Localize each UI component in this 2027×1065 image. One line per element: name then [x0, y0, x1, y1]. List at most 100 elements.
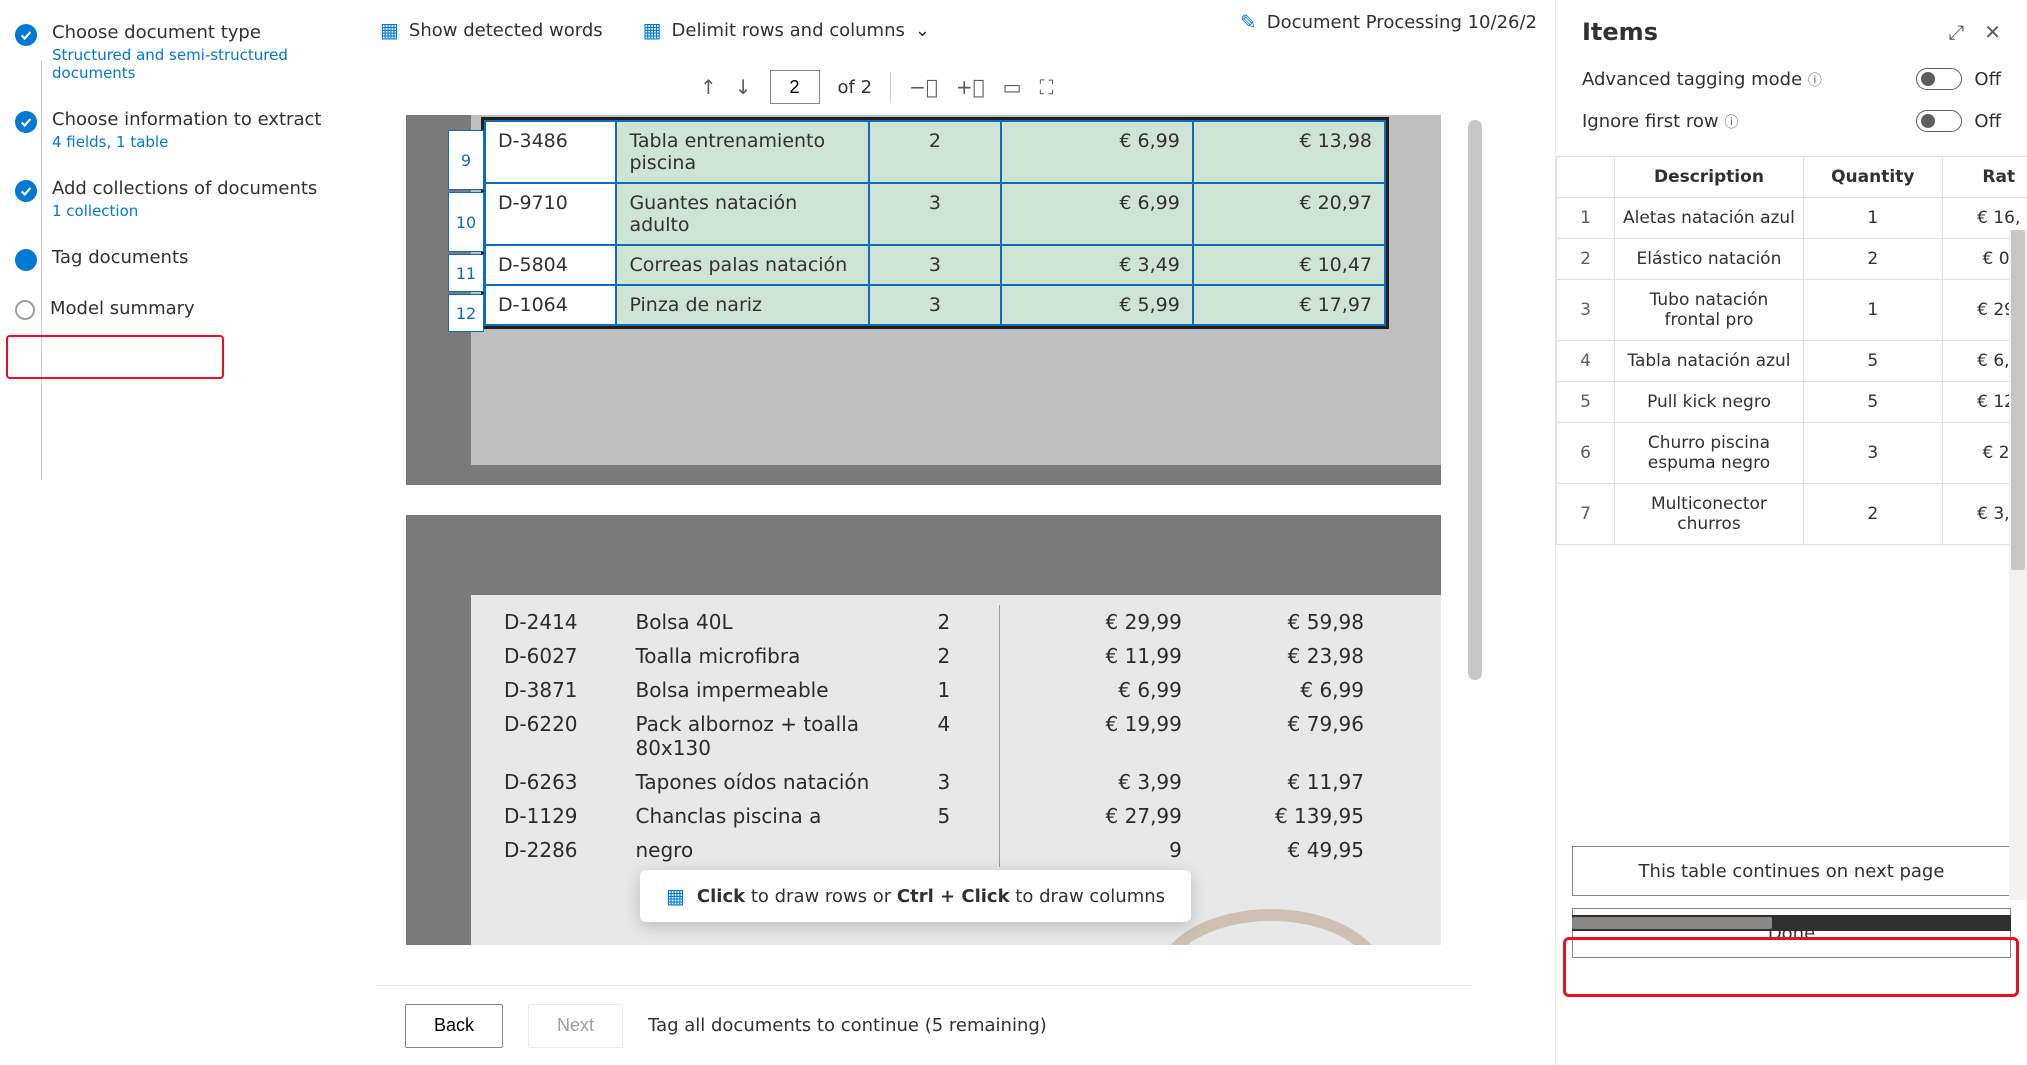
row-number: 12 — [448, 294, 484, 332]
document-name-label: ✎ Document Processing 10/26/2 — [1240, 10, 1537, 34]
label: Document Processing 10/26/2 — [1267, 12, 1537, 33]
step-model-summary[interactable]: Model summary — [15, 296, 335, 320]
step-sub: 4 fields, 1 table — [52, 133, 321, 151]
show-detected-words-button[interactable]: ▦ Show detected words — [380, 18, 603, 42]
info-icon[interactable]: ⓘ — [1808, 73, 1822, 89]
divider — [890, 72, 891, 102]
table-row[interactable]: 12D-1064Pinza de nariz3€ 5,99€ 17,97 — [485, 285, 1385, 325]
label: Show detected words — [409, 20, 603, 41]
table-row[interactable]: 11D-5804Correas palas natación3€ 3,49€ 1… — [485, 245, 1385, 285]
step-sub: Structured and semi-structured documents — [52, 46, 335, 82]
ignore-first-row-label: Ignore first row ⓘ — [1582, 111, 1738, 132]
table-row[interactable]: 4Tabla natación azul5€ 6,9 — [1557, 341, 2027, 382]
table-icon: ▦ — [666, 884, 685, 908]
dot-pending-icon — [15, 300, 35, 320]
document-toolbar: ▦ Show detected words ▦ Delimit rows and… — [380, 10, 930, 50]
hint-text: Click to draw rows or Ctrl + Click to dr… — [697, 886, 1165, 907]
toggle-state: Off — [1974, 69, 2001, 90]
table-row[interactable]: D-2286negro9€ 49,95 — [494, 833, 1374, 867]
table-row[interactable]: 1Aletas natación azul1€ 16, — [1557, 198, 2027, 239]
advanced-tagging-toggle[interactable]: Off — [1916, 68, 2001, 90]
dot-current-icon — [15, 249, 37, 271]
step-title: Add collections of documents — [52, 176, 317, 199]
toggle-switch-icon — [1916, 110, 1962, 132]
table-row[interactable]: D-6027Toalla microfibra2€ 11,99€ 23,98 — [494, 639, 1374, 673]
checkmark-icon — [15, 24, 37, 46]
page-controls: ↑ ↓ of 2 −⃝ +⃝ ▭ ⛶ — [700, 70, 1054, 104]
row-number: 11 — [448, 254, 484, 292]
step-connector — [41, 60, 42, 480]
toggle-state: Off — [1974, 111, 2001, 132]
table-row[interactable]: D-3871Bolsa impermeable1€ 6,99€ 6,99 — [494, 673, 1374, 707]
next-button: Next — [528, 1004, 623, 1048]
page-number-input[interactable] — [770, 70, 820, 104]
row-number: 9 — [448, 130, 484, 190]
panel-title: Items — [1582, 18, 1658, 46]
document-viewer[interactable]: 9D-3486Tabla entrenamiento piscina2€ 6,9… — [375, 115, 1472, 945]
panel-horizontal-scrollbar[interactable] — [1572, 915, 2011, 931]
table-icon: ▦ — [643, 18, 662, 42]
scrollbar-thumb[interactable] — [2011, 230, 2025, 570]
step-choose-information[interactable]: Choose information to extract 4 fields, … — [15, 107, 335, 151]
table-row[interactable]: D-6220Pack albornoz + toalla 80x1304€ 19… — [494, 707, 1374, 765]
step-title: Choose information to extract — [52, 107, 321, 130]
text-select-icon: ▦ — [380, 18, 399, 42]
table-row[interactable]: 10D-9710Guantes natación adulto3€ 6,99€ … — [485, 183, 1385, 245]
info-icon[interactable]: ⓘ — [1724, 115, 1738, 131]
pencil-icon[interactable]: ✎ — [1240, 10, 1257, 34]
col-quantity[interactable]: Quantity — [1803, 157, 1942, 198]
untagged-table[interactable]: D-2414Bolsa 40L2€ 29,99€ 59,98D-6027Toal… — [494, 605, 1374, 867]
prev-page-button[interactable]: ↑ — [700, 75, 717, 99]
table-row[interactable]: D-1129Chanclas piscina a5€ 27,99€ 139,95 — [494, 799, 1374, 833]
table-row[interactable]: D-6263Tapones oídos natación3€ 3,99€ 11,… — [494, 765, 1374, 799]
wizard-footer: Back Next Tag all documents to continue … — [375, 985, 1472, 1065]
step-choose-document-type[interactable]: Choose document type Structured and semi… — [15, 20, 335, 82]
back-button[interactable]: Back — [405, 1004, 503, 1048]
step-tag-documents[interactable]: Tag documents — [15, 245, 335, 271]
annotation-highlight — [1563, 937, 2019, 997]
page-of-label: of 2 — [838, 77, 873, 98]
scrollbar-thumb[interactable] — [1468, 120, 1482, 680]
table-row[interactable]: 5Pull kick negro5€ 12, — [1557, 382, 2027, 423]
annotation-highlight — [6, 335, 224, 379]
close-icon[interactable]: ✕ — [1984, 20, 2001, 44]
table-row[interactable]: 7Multiconector churros2€ 3,9 — [1557, 484, 2027, 545]
ignore-first-row-toggle[interactable]: Off — [1916, 110, 2001, 132]
items-table: Description Quantity Rat 1Aletas natació… — [1556, 156, 2027, 836]
table-row[interactable]: 6Churro piscina espuma negro3€ 2, — [1557, 423, 2027, 484]
fit-width-button[interactable]: ▭ — [1003, 75, 1022, 99]
chevron-down-icon: ⌄ — [915, 20, 930, 41]
step-title: Tag documents — [52, 245, 188, 268]
delimit-rows-columns-button[interactable]: ▦ Delimit rows and columns ⌄ — [643, 18, 930, 42]
table-row[interactable]: 2Elástico natación2€ 0, — [1557, 239, 2027, 280]
scrollbar-thumb[interactable] — [1572, 917, 1772, 929]
expand-icon[interactable]: ⤢ — [1948, 20, 1964, 44]
panel-vertical-scrollbar[interactable] — [2009, 230, 2027, 900]
continue-next-page-button[interactable]: This table continues on next page — [1572, 846, 2011, 896]
fit-page-button[interactable]: ⛶ — [1040, 75, 1054, 99]
zoom-out-button[interactable]: −⃝ — [909, 75, 938, 99]
step-title: Model summary — [50, 296, 195, 319]
checkmark-icon — [15, 180, 37, 202]
table-row[interactable]: 9D-3486Tabla entrenamiento piscina2€ 6,9… — [485, 121, 1385, 183]
step-sub: 1 collection — [52, 202, 317, 220]
label: Delimit rows and columns — [672, 20, 905, 41]
zoom-in-button[interactable]: +⃝ — [956, 75, 985, 99]
tagged-table[interactable]: 9D-3486Tabla entrenamiento piscina2€ 6,9… — [481, 117, 1389, 329]
checkmark-icon — [15, 111, 37, 133]
footer-status: Tag all documents to continue (5 remaini… — [648, 1015, 1047, 1036]
table-row[interactable]: 3Tubo natación frontal pro1€ 29, — [1557, 280, 2027, 341]
toggle-switch-icon — [1916, 68, 1962, 90]
row-number: 10 — [448, 192, 484, 252]
advanced-tagging-label: Advanced tagging mode ⓘ — [1582, 69, 1822, 90]
draw-hint-tooltip: ▦ Click to draw rows or Ctrl + Click to … — [640, 870, 1191, 922]
step-add-collections[interactable]: Add collections of documents 1 collectio… — [15, 176, 335, 220]
next-page-button[interactable]: ↓ — [735, 75, 752, 99]
col-description[interactable]: Description — [1614, 157, 1803, 198]
items-panel: Items ⤢ ✕ Advanced tagging mode ⓘ Off Ig… — [1555, 0, 2027, 1065]
main-vertical-scrollbar[interactable] — [1468, 120, 1482, 940]
document-page: 9D-3486Tabla entrenamiento piscina2€ 6,9… — [406, 115, 1441, 485]
col-rate[interactable]: Rat — [1942, 157, 2027, 198]
step-title: Choose document type — [52, 20, 335, 43]
table-row[interactable]: D-2414Bolsa 40L2€ 29,99€ 59,98 — [494, 605, 1374, 639]
